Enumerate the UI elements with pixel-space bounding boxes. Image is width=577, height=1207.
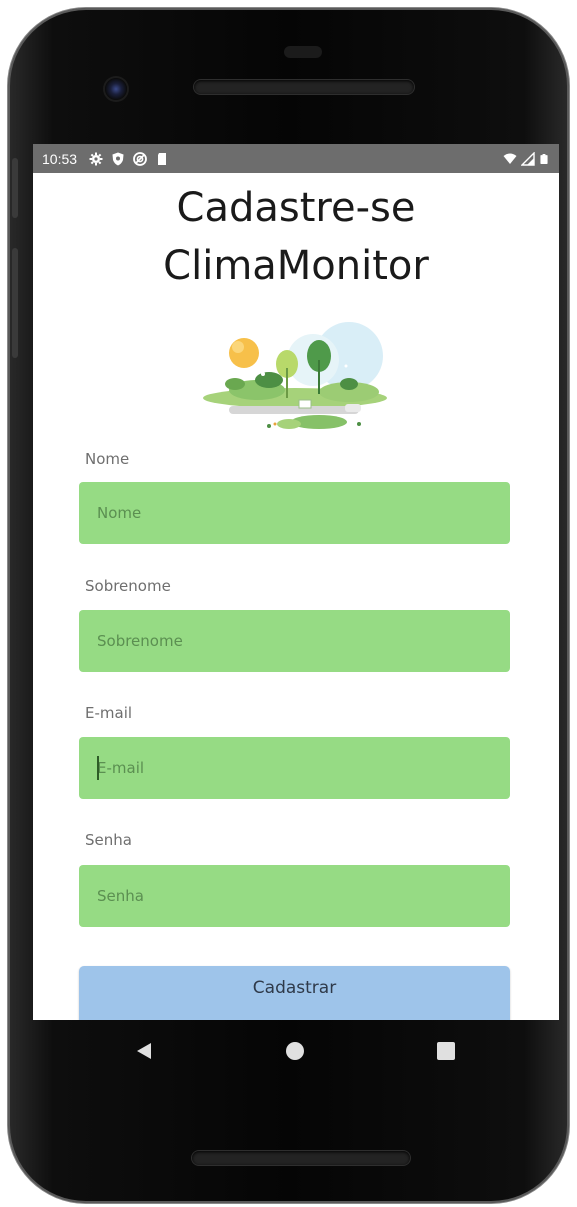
signal-icon xyxy=(521,151,535,166)
sobrenome-label: Sobrenome xyxy=(85,577,171,595)
senha-input[interactable] xyxy=(79,865,510,927)
recents-icon[interactable] xyxy=(435,1040,457,1062)
sobrenome-input[interactable] xyxy=(79,610,510,672)
nature-illustration xyxy=(203,322,387,429)
text-cursor xyxy=(97,756,99,780)
bottom-speaker xyxy=(192,1151,410,1165)
shield-icon xyxy=(112,152,124,165)
senha-label: Senha xyxy=(85,831,132,849)
settings-icon xyxy=(89,152,103,165)
home-icon[interactable] xyxy=(284,1040,306,1062)
app-name-title: ClimaMonitor xyxy=(163,243,429,289)
sd-card-icon xyxy=(158,152,167,165)
wifi-icon xyxy=(503,153,517,164)
navigation-bar xyxy=(33,1020,559,1080)
back-icon[interactable] xyxy=(133,1040,155,1062)
email-label: E-mail xyxy=(85,704,133,722)
cadastrar-button[interactable]: Cadastrar xyxy=(79,966,510,1020)
email-input[interactable] xyxy=(79,737,510,799)
status-bar: 10:53 xyxy=(33,144,559,173)
battery-icon xyxy=(540,153,548,164)
top-sensor-slot xyxy=(284,46,322,58)
earpiece-speaker xyxy=(194,80,414,94)
status-time: 10:53 xyxy=(42,150,78,167)
power-button xyxy=(12,248,18,358)
front-camera-icon xyxy=(105,78,127,100)
sync-icon xyxy=(133,151,147,166)
page-title: Cadastre-se xyxy=(176,185,416,231)
nome-label: Nome xyxy=(85,450,130,468)
volume-button xyxy=(12,158,18,218)
app-screen: 10:53 Cadastre-se ClimaMonitor Nome Nome… xyxy=(33,144,559,1020)
nome-input[interactable] xyxy=(79,482,510,544)
